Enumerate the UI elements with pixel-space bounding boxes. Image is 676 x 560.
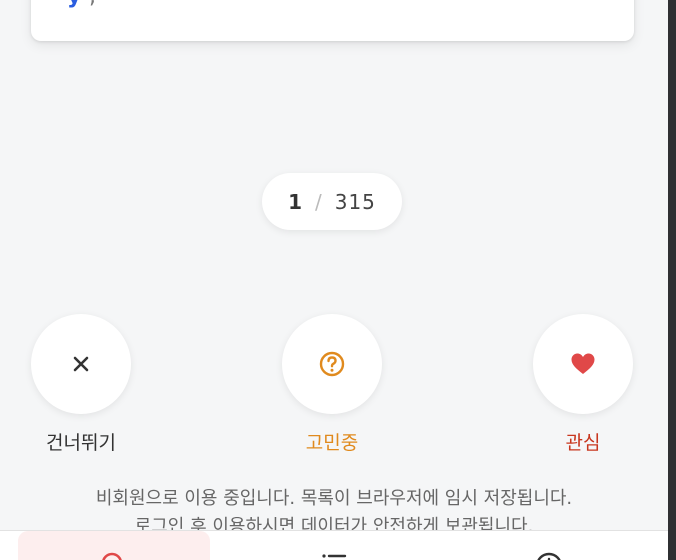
card-text: y , [67, 0, 96, 9]
interest-button[interactable]: 관심 [533, 314, 633, 455]
question-circle-icon [319, 351, 345, 377]
page-total: 315 [334, 189, 376, 214]
search-icon [102, 552, 122, 560]
page-current: 1 [288, 189, 303, 214]
interest-label: 관심 [565, 432, 601, 454]
skip-circle[interactable] [31, 314, 131, 414]
thinking-button[interactable]: 고민중 [282, 314, 382, 455]
nav-search[interactable] [18, 531, 210, 560]
bottom-nav [0, 530, 668, 560]
nav-list[interactable] [300, 531, 370, 560]
thinking-circle[interactable] [282, 314, 382, 414]
thinking-label: 고민중 [305, 432, 359, 454]
nav-info[interactable] [514, 531, 584, 560]
info-icon [537, 552, 561, 560]
list-icon [322, 554, 347, 558]
interest-circle[interactable] [533, 314, 633, 414]
scrollbar-edge [668, 0, 676, 560]
heart-icon [571, 353, 595, 374]
content-card: y , [31, 0, 634, 41]
skip-label: 건너뛰기 [46, 432, 116, 454]
close-icon [73, 356, 89, 372]
notice-line-1: 비회원으로 이용 중입니다. 목록이 브라우저에 임시 저장됩니다. [95, 488, 573, 509]
page-separator: / [314, 189, 323, 214]
page-counter: 1 / 315 [262, 173, 402, 230]
skip-button[interactable]: 건너뛰기 [31, 314, 131, 455]
